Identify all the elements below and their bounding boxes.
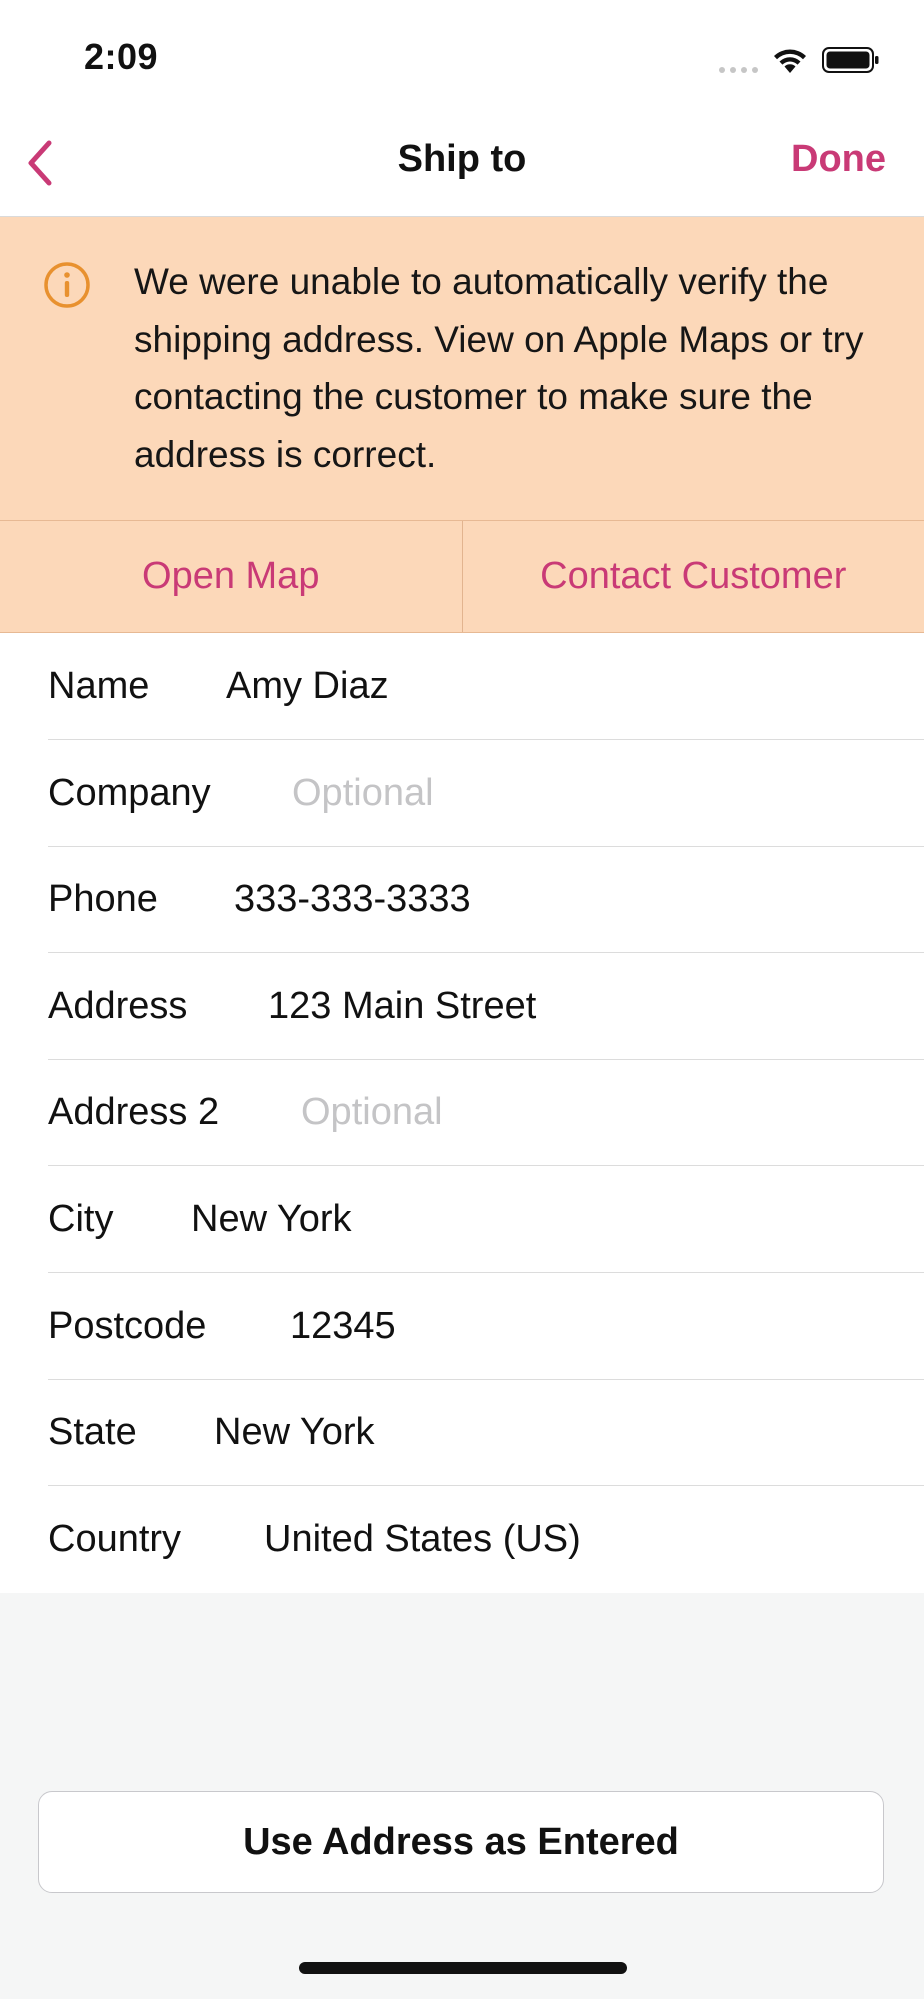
company-label: Company: [48, 771, 211, 814]
open-map-button[interactable]: Open Map: [0, 521, 463, 632]
use-address-as-entered-button[interactable]: Use Address as Entered: [38, 1791, 884, 1893]
address-2-label: Address 2: [48, 1090, 220, 1133]
country-label: Country: [48, 1517, 182, 1560]
status-icons: [719, 40, 880, 80]
cellular-signal-icon: [719, 57, 758, 73]
city-row: City: [48, 1166, 924, 1273]
address-label: Address: [48, 984, 188, 1027]
address-field[interactable]: [268, 984, 828, 1028]
phone-row: Phone: [48, 846, 924, 953]
page-title: Ship to: [397, 138, 527, 180]
country-value[interactable]: United States (US): [264, 1518, 824, 1561]
state-label: State: [48, 1410, 137, 1453]
wifi-icon: [774, 49, 806, 73]
state-field[interactable]: [214, 1410, 774, 1454]
battery-icon: [822, 47, 879, 73]
city-field[interactable]: [191, 1197, 751, 1241]
company-field[interactable]: [292, 771, 852, 815]
address-2-row: Address 2: [48, 1059, 924, 1166]
address-row: Address: [48, 953, 924, 1060]
phone-field[interactable]: [234, 877, 794, 921]
notice-actions: Open Map Contact Customer: [0, 521, 924, 633]
name-row: Name: [48, 633, 924, 740]
home-indicator: [299, 1962, 627, 1974]
postcode-field[interactable]: [290, 1304, 850, 1348]
postcode-row: Postcode: [48, 1273, 924, 1380]
status-bar: 2:09: [0, 0, 924, 110]
postcode-label: Postcode: [48, 1304, 207, 1347]
name-label: Name: [48, 664, 150, 707]
contact-customer-button[interactable]: Contact Customer: [463, 521, 924, 632]
address-2-field[interactable]: [301, 1090, 861, 1134]
done-button[interactable]: Done: [791, 138, 886, 181]
state-row: State: [48, 1379, 924, 1486]
notice-message: We were unable to automatically verify t…: [134, 261, 864, 475]
city-label: City: [48, 1197, 114, 1240]
navigation-bar: Ship to Done: [0, 110, 924, 217]
company-row: Company: [48, 740, 924, 847]
phone-label: Phone: [48, 877, 158, 920]
country-row[interactable]: Country United States (US): [48, 1486, 924, 1592]
status-time: 2:09: [84, 36, 159, 77]
address-form: Name Company Phone Address Address 2 Cit…: [0, 633, 924, 1593]
info-circle-icon: [44, 262, 90, 308]
name-field[interactable]: [226, 664, 786, 708]
